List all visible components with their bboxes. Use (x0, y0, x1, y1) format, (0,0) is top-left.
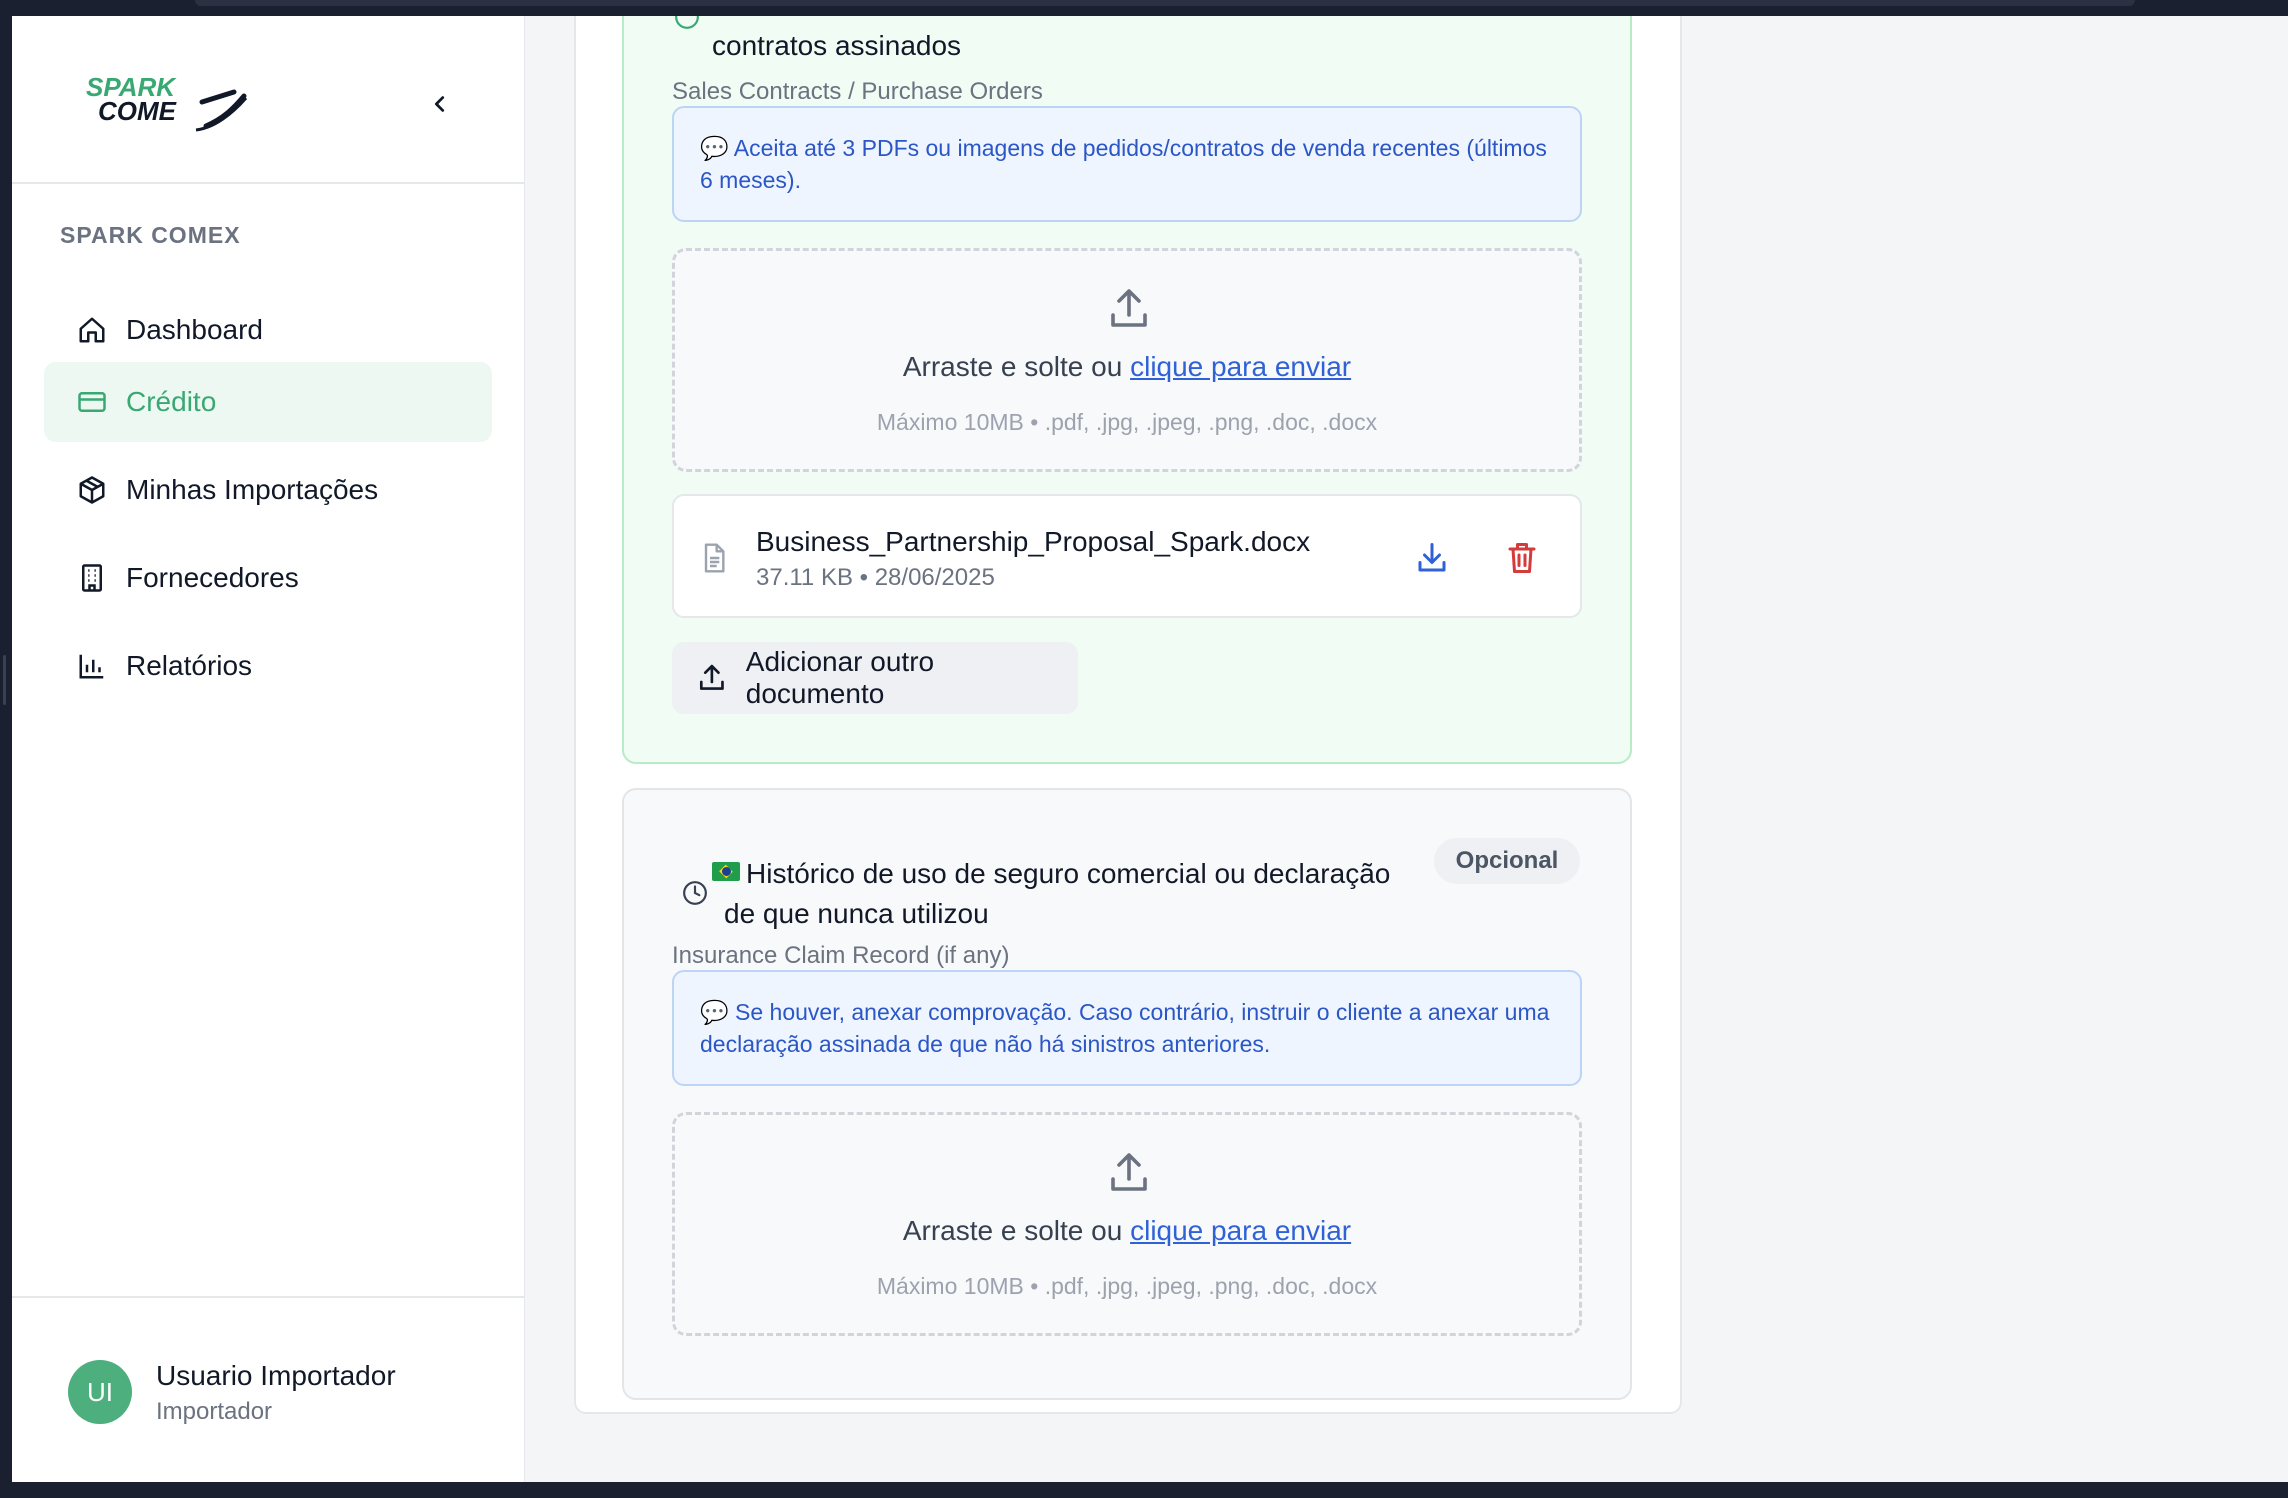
dropzone-label: Arraste e solte ou (902, 351, 1131, 382)
card-title: Histórico de uso de seguro comercial ou … (712, 854, 1390, 894)
sidebar-item-fornecedores[interactable]: Fornecedores (44, 538, 492, 618)
sidebar-item-label: Fornecedores (126, 562, 299, 593)
window-resize-handle[interactable] (3, 655, 6, 705)
sidebar-item-dashboard[interactable]: Dashboard (44, 290, 492, 370)
uploaded-file: Business_Partnership_Proposal_Spark.docx… (672, 494, 1582, 618)
sidebar-item-relatorios[interactable]: Relatórios (44, 626, 492, 706)
dropzone-text: Arraste e solte ou clique para enviar (675, 1215, 1579, 1247)
clock-icon (683, 881, 707, 905)
sidebar-item-credito[interactable]: Crédito (44, 362, 492, 442)
sidebar-item-label: Dashboard (126, 314, 263, 345)
upload-icon (1111, 1153, 1147, 1191)
dropzone-label: Arraste e solte ou (902, 1215, 1131, 1246)
card-title: contratos assinados (712, 30, 962, 61)
sidebar-item-label: Crédito (126, 386, 217, 417)
browser-bottom-bar (0, 1482, 2288, 1498)
avatar: UI (68, 1360, 132, 1424)
trash-icon[interactable] (1504, 540, 1540, 576)
upload-icon (1111, 289, 1147, 327)
app-window: SPARK COME SPARK COMEX Dashboard Crédito (12, 16, 2288, 1482)
info-note: 💬 Aceita até 3 PDFs ou imagens de pedido… (672, 106, 1582, 222)
building-icon (76, 562, 108, 594)
download-icon[interactable] (1414, 540, 1450, 576)
click-to-upload-link[interactable]: clique para enviar (1130, 351, 1351, 382)
sidebar-section-label: SPARK COMEX (60, 222, 241, 248)
card-title-line1: Histórico de uso de seguro comercial ou … (746, 858, 1391, 889)
file-meta: 37.11 KB • 28/06/2025 (756, 564, 995, 591)
logo-area: SPARK COME (12, 16, 525, 184)
package-icon (76, 474, 108, 506)
dropzone-hint: Máximo 10MB • .pdf, .jpg, .jpeg, .png, .… (876, 409, 1378, 435)
user-profile[interactable]: UI Usuario Importador Importador (12, 1296, 525, 1482)
info-note: 💬 Se houver, anexar comprovação. Caso co… (672, 970, 1582, 1086)
brazil-flag-icon (712, 862, 740, 881)
chevron-left-icon (434, 96, 445, 112)
file-text-icon (704, 543, 725, 573)
dropzone-hint: Máximo 10MB • .pdf, .jpg, .jpeg, .png, .… (876, 1273, 1378, 1299)
sidebar-item-label: Minhas Importações (126, 474, 379, 505)
user-name: Usuario Importador (156, 1360, 396, 1391)
upload-dropzone[interactable]: Arraste e solte ou clique para enviar Má… (672, 1112, 1582, 1336)
add-another-document-button[interactable]: Adicionar outro documento (672, 642, 1078, 714)
spark-comex-logo[interactable]: SPARK COME (84, 68, 254, 138)
user-role: Importador (156, 1398, 273, 1425)
svg-text:COME: COME (98, 96, 177, 126)
check-circle-icon (675, 16, 699, 29)
upload-icon (699, 664, 724, 690)
browser-top-bar-inner (195, 0, 2135, 6)
collapse-sidebar-button[interactable] (420, 84, 460, 124)
home-icon (76, 314, 108, 346)
file-name: Business_Partnership_Proposal_Spark.docx (756, 526, 1311, 557)
upload-dropzone[interactable]: Arraste e solte ou clique para enviar Má… (672, 248, 1582, 472)
click-to-upload-link[interactable]: clique para enviar (1130, 1215, 1351, 1246)
optional-badge: Opcional (1434, 838, 1580, 884)
card-title-line2: de que nunca utilizou (724, 898, 989, 929)
card-subtitle: Sales Contracts / Purchase Orders (672, 78, 1043, 105)
sidebar-item-minhas-importacoes[interactable]: Minhas Importações (44, 450, 492, 530)
dropzone-text: Arraste e solte ou clique para enviar (675, 351, 1579, 383)
credit-card-icon (76, 386, 108, 418)
add-document-label: Adicionar outro documento (745, 646, 935, 709)
sidebar-item-label: Relatórios (126, 650, 253, 681)
sidebar: SPARK COME SPARK COMEX Dashboard Crédito (12, 16, 525, 1482)
browser-top-bar (0, 0, 2288, 16)
card-subtitle: Insurance Claim Record (if any) (672, 942, 1010, 969)
bar-chart-icon (76, 650, 108, 682)
